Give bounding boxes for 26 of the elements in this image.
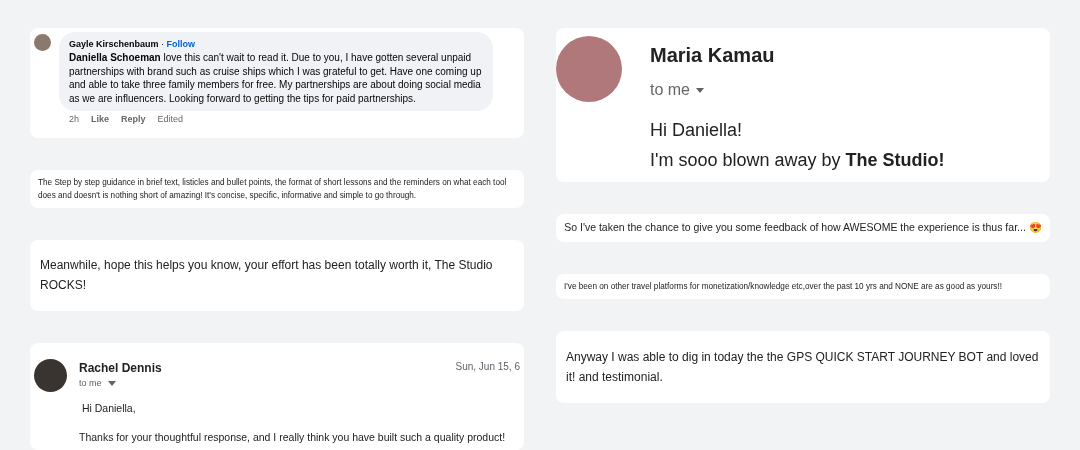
avatar (34, 34, 51, 51)
comment-action[interactable]: Reply (121, 113, 146, 127)
email-line: Hi Daniella, (80, 400, 137, 416)
email-line: I'm sooo blown away by The Studio! (650, 149, 945, 172)
note-text: I've been on other travel platforms for monetization/knowledge etc,over the past 10 yrs and NONE are as good as yours!! (564, 280, 1003, 293)
comment-action[interactable]: Edited (157, 113, 184, 127)
sender-name: Maria Kamau (650, 43, 776, 68)
testimonial-text: So I've taken the chance to give you some feedback of how AWESOME the experience is thus far... 😍 (563, 220, 1043, 235)
testimonial-text: Anyway I was able to dig in today the the GPS QUICK START JOURNEY BOT and loved it! and testimonial. (566, 348, 1040, 386)
email-date: Sun, Jun 15, 6 (455, 360, 520, 375)
follow-link[interactable]: Follow (166, 39, 196, 49)
email-line: Thanks for your thoughtful response, and I really think you have built such a quality product! (79, 430, 507, 446)
caret-icon[interactable] (107, 381, 116, 387)
recipient-label: to me (650, 80, 690, 100)
sender-name: Rachel Dennis (79, 360, 162, 378)
email-line: Hi Daniella! (650, 119, 744, 142)
note-text: The Step by step guidance in brief text, listicles and bullet points, the format of short lessons and the reminders on what each tool does and doesn't is nothing short of amazing! It's concise, specific, informative and simple to go through. (38, 176, 508, 202)
comment-action[interactable]: Like (91, 113, 110, 127)
recipient-label: to me (79, 377, 102, 391)
comment-text: Daniella Schoeman love this can't wait to read it. Due to you, I have gotten several unpaid partnerships with brand such as cruise ships which I was grateful to get. Have one coming up and able to take three family members for free. My partnerships are about doing social media as we are influencers. Looking forward to getting the tips for paid partnerships. (69, 51, 483, 106)
caret-icon[interactable] (696, 87, 704, 93)
comment-author[interactable]: Gayle Kirschenbaum (69, 39, 159, 49)
avatar (34, 359, 67, 393)
comment-action: 2h (69, 113, 79, 127)
testimonial-text: Meanwhile, hope this helps you know, your effort has been totally worth it, The Studio ROCKS! (40, 257, 494, 295)
separator: · (160, 39, 166, 49)
